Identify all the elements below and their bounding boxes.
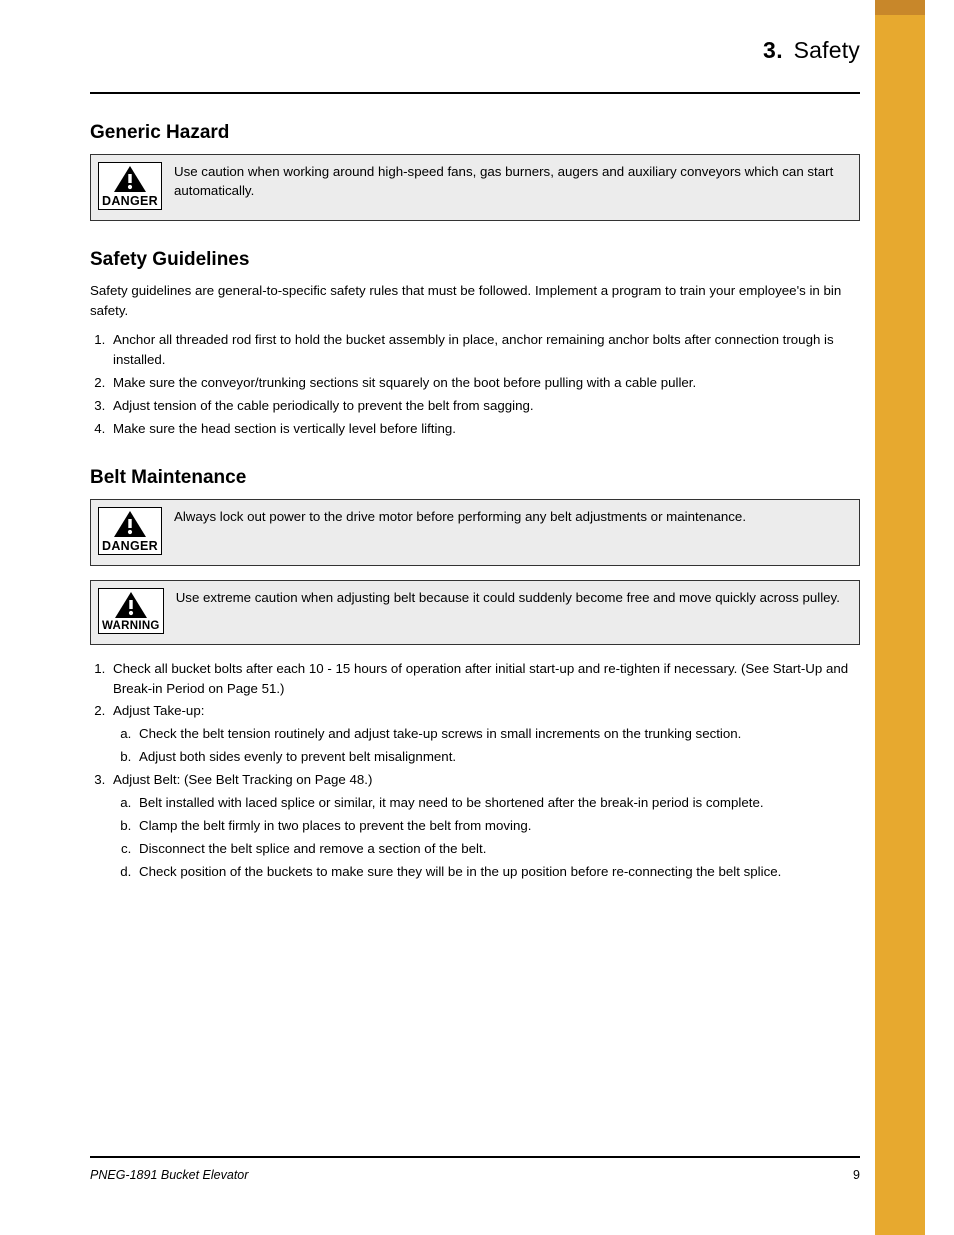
list-item: Check position of the buckets to make su… [135,862,860,882]
list-item-text: Check all bucket bolts after each 10 - 1… [113,661,848,696]
section-title-safety-guidelines: Safety Guidelines [90,249,860,271]
list-item: Make sure the conveyor/trunking sections… [109,373,860,393]
list-item: Adjust tension of the cable periodically… [109,396,860,416]
section-title-belt-maintenance: Belt Maintenance [90,467,860,489]
list-item: Check the belt tension routinely and adj… [135,724,860,744]
warning-body: Use extreme caution when adjusting belt … [176,588,844,607]
page-footer: PNEG-1891 Bucket Elevator 9 [90,1168,860,1182]
chapter-header: 3. Safety [90,37,860,64]
danger-callout-generic: DANGER Use caution when working around h… [90,154,860,221]
belt-maintenance-list: Check all bucket bolts after each 10 - 1… [90,659,860,882]
list-item: Make sure the head section is vertically… [109,419,860,439]
section-title-generic-hazard: Generic Hazard [90,122,860,144]
alert-icon [113,510,147,538]
warning-callout-belt: WARNING Use extreme caution when adjusti… [90,580,860,645]
warning-label: WARNING [98,588,164,634]
danger-body: Always lock out power to the drive motor… [174,507,844,526]
list-item: Belt installed with laced splice or simi… [135,793,860,813]
page-number: 9 [853,1168,860,1182]
footer-title: PNEG-1891 Bucket Elevator [90,1168,248,1182]
footer-rule [90,1156,860,1158]
sub-list: Belt installed with laced splice or simi… [113,793,860,882]
side-tab [875,0,925,1235]
list-item: Disconnect the belt splice and remove a … [135,839,860,859]
danger-callout-belt: DANGER Always lock out power to the driv… [90,499,860,566]
danger-label: DANGER [98,507,162,555]
side-tab-notch [875,0,925,15]
safety-guidelines-list: Anchor all threaded rod first to hold th… [90,330,860,439]
sub-list: Check the belt tension routinely and adj… [113,724,860,767]
list-item-text: Adjust Take-up: [113,703,204,718]
danger-label: DANGER [98,162,162,210]
danger-body: Use caution when working around high-spe… [174,162,844,201]
alert-icon [114,591,148,619]
list-item-text: Adjust Belt: (See Belt Tracking on Page … [113,772,372,787]
list-item: Anchor all threaded rod first to hold th… [109,330,860,370]
safety-guidelines-intro: Safety guidelines are general-to-specifi… [90,281,860,321]
list-item: Adjust Belt: (See Belt Tracking on Page … [109,770,860,882]
list-item: Adjust both sides evenly to prevent belt… [135,747,860,767]
list-item: Check all bucket bolts after each 10 - 1… [109,659,860,699]
alert-icon [113,165,147,193]
warning-word: WARNING [102,620,160,632]
chapter-number: 3. [763,37,783,63]
list-item: Clamp the belt firmly in two places to p… [135,816,860,836]
chapter-title: Safety [794,37,860,63]
danger-word: DANGER [102,539,158,553]
danger-word: DANGER [102,194,158,208]
list-item: Adjust Take-up: Check the belt tension r… [109,701,860,767]
header-rule [90,92,860,94]
